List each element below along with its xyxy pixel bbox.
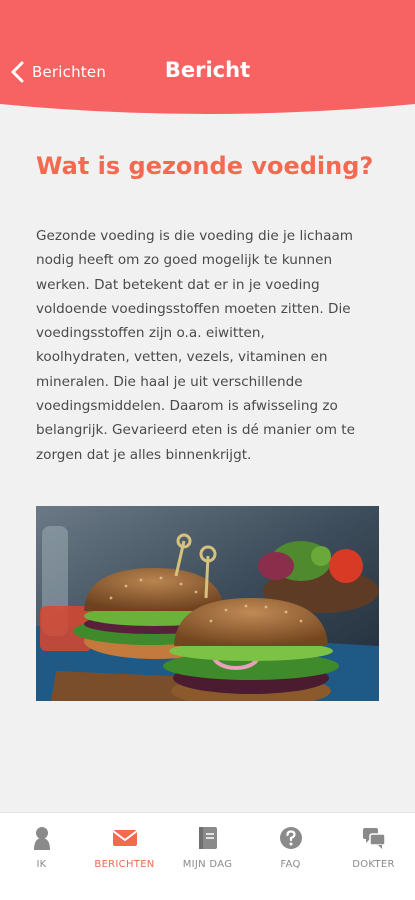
nav-label-ik: IK	[36, 859, 47, 870]
bottom-nav: IK BERICHTEN MIJN DAG FAQ DOKTER	[0, 812, 415, 900]
article-image	[36, 506, 379, 701]
body-line: werken. Dat betekent dat er in je voedin…	[36, 276, 320, 293]
question-icon	[279, 827, 302, 849]
page-title: Bericht	[164, 58, 251, 82]
journal-icon	[198, 827, 217, 849]
veggie-burger-photo	[36, 506, 379, 701]
person-icon	[33, 827, 50, 850]
envelope-icon	[111, 830, 138, 846]
chat-icon	[362, 828, 386, 849]
screen: Berichten Bericht Wat is gezonde voeding…	[0, 0, 415, 900]
nav-label-berichten: BERICHTEN	[94, 859, 155, 870]
body-line: voldoende voedingsstoffen moeten zitten.…	[36, 300, 351, 317]
nav-item-dokter[interactable]: DOKTER	[332, 813, 415, 900]
nav-label-dokter: DOKTER	[352, 859, 395, 870]
header: Berichten Bericht	[0, 0, 415, 118]
body-line: Gezonde voeding is die voeding die je li…	[36, 228, 354, 244]
nav-label-faq: FAQ	[280, 859, 301, 870]
nav-item-mijn-dag[interactable]: MIJN DAG	[166, 813, 249, 900]
body-line: zorgen dat je alles binnenkrijgt.	[36, 446, 252, 463]
article-body: Gezonde voeding is die voeding die je li…	[36, 224, 380, 467]
nav-item-ik[interactable]: IK	[0, 813, 83, 900]
body-line: nodig heeft om zo goed mogelijk te kunne…	[36, 252, 333, 269]
nav-label-mijn-dag: MIJN DAG	[182, 859, 233, 870]
body-line: mineralen. Die haal je uit verschillende	[36, 373, 303, 390]
body-line: koolhydraten, vetten, vezels, vitaminen …	[36, 349, 328, 366]
body-line: voedingsstoffen zijn o.a. eiwitten,	[36, 325, 265, 342]
article-title: Wat is gezonde voeding?	[36, 152, 374, 180]
article: Wat is gezonde voeding? Gezonde voeding …	[36, 130, 380, 467]
nav-item-faq[interactable]: FAQ	[249, 813, 332, 900]
body-line: voedingsmiddelen. Daarom is afwisseling …	[36, 398, 338, 415]
nav-item-berichten[interactable]: BERICHTEN	[83, 813, 166, 900]
body-line: belangrijk. Gevarieerd eten is dé manier…	[36, 422, 355, 439]
